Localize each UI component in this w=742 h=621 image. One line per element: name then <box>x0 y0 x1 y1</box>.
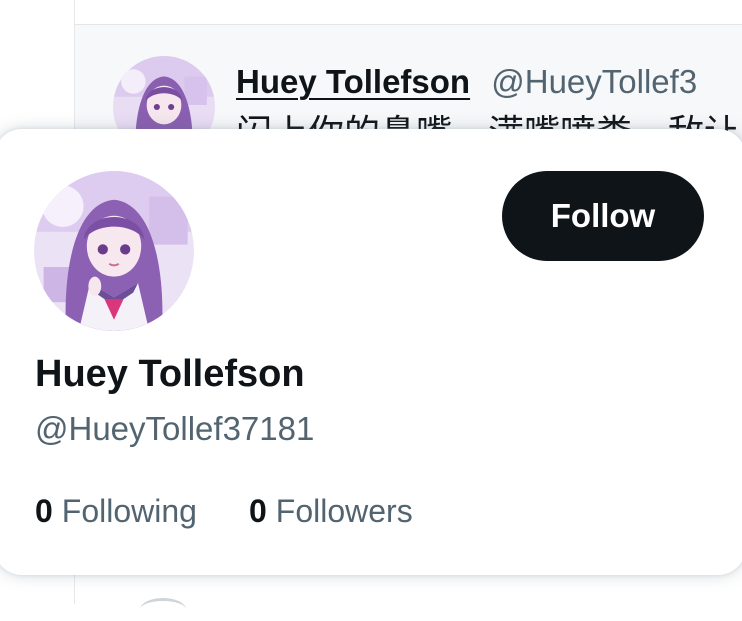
following-count: 0 <box>35 493 53 529</box>
profile-handle[interactable]: @HueyTollef37181 <box>35 408 314 450</box>
tweet-author-handle[interactable]: @HueyTollef3 <box>491 63 697 100</box>
profile-hover-card: Follow Huey Tollefson @HueyTollef37181 0… <box>0 129 742 575</box>
tweet-author-name[interactable]: Huey Tollefson <box>236 63 470 100</box>
card-avatar[interactable] <box>34 171 194 331</box>
follow-button[interactable]: Follow <box>502 171 704 261</box>
following-link[interactable]: 0 Following <box>35 490 197 532</box>
profile-name[interactable]: Huey Tollefson <box>35 350 305 398</box>
next-tweet-avatar-partial <box>140 598 186 621</box>
following-label: Following <box>61 493 197 529</box>
followers-count: 0 <box>248 493 267 529</box>
tweet-header: Huey Tollefson @HueyTollef3 <box>236 62 697 102</box>
profile-stats: 0 Following 0 Followers <box>35 490 413 532</box>
followers-link[interactable]: 0 Followers <box>249 490 413 532</box>
followers-label: Followers <box>275 493 413 529</box>
anime-avatar-image <box>34 171 194 331</box>
